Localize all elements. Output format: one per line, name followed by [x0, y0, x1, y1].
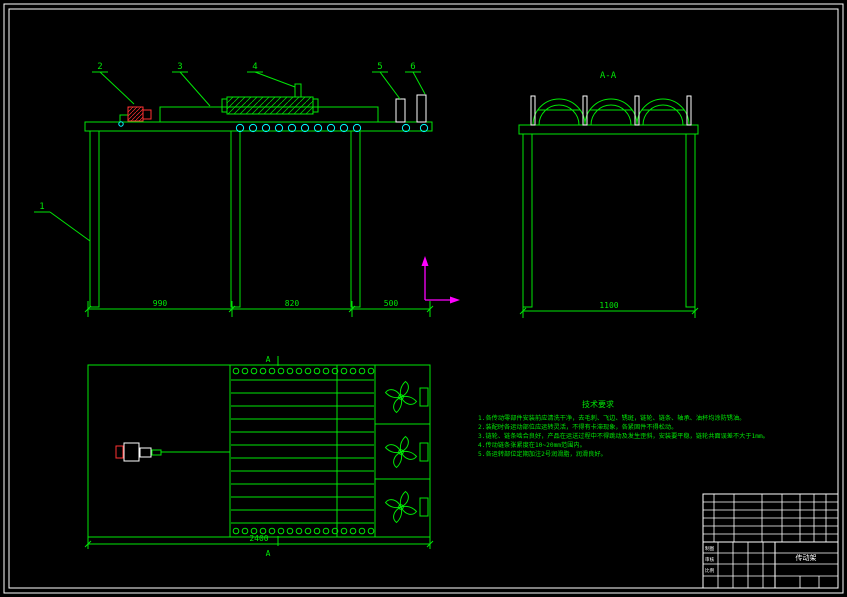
fan-dome-3 — [636, 98, 690, 126]
balloon-4-number: 4 — [252, 62, 257, 72]
cad-drawing-canvas: 1 2 3 4 5 6 990 820 500 A-A 1100 A A 240… — [3, 3, 844, 594]
table-leg-middle — [230, 130, 241, 308]
motor-bracket — [119, 114, 129, 123]
tech-note-line: 1.各传动零部件安装前应清洗干净，去毛刺、飞边、锈斑，链轮、链条、轴承、油杯均涂… — [478, 414, 745, 422]
tech-note-line: 5.各运转部位定期加注2号润滑脂，润滑良好。 — [478, 450, 607, 458]
table-leg-left — [89, 130, 100, 308]
fan-icon — [385, 436, 417, 468]
balloon-1: 1 — [34, 202, 91, 242]
ucs-x-arrowhead-icon — [450, 296, 460, 304]
front-view: 1 2 3 4 5 6 990 820 500 — [34, 62, 434, 317]
plan-view: A A 2400 — [84, 355, 434, 558]
dim-500: 500 — [384, 299, 399, 308]
ucs-y-arrowhead-icon — [421, 256, 429, 266]
title-block-outline — [702, 493, 839, 589]
end-bearing-unit — [416, 94, 427, 123]
balloon-6: 6 — [405, 62, 426, 95]
shaft-end-right — [312, 98, 319, 113]
section-cut-marks: A A — [266, 355, 279, 558]
balloon-2: 2 — [92, 62, 135, 105]
dim-990: 990 — [153, 299, 168, 308]
balloon-3-number: 3 — [177, 62, 182, 72]
motor-coupling — [142, 109, 152, 120]
balloon-3: 3 — [172, 62, 211, 107]
table-top — [84, 121, 433, 132]
tech-requirements: 技术要求 1.各传动零部件安装前应清洗干净，去毛刺、飞边、锈斑，链轮、链条、轴承… — [478, 399, 769, 458]
fan-bracket-2 — [419, 442, 429, 462]
balloon-6-number: 6 — [410, 62, 415, 72]
border-frame — [3, 3, 844, 594]
balloon-1-number: 1 — [39, 202, 44, 212]
plan-motor — [115, 442, 230, 462]
roller-lines — [231, 379, 374, 524]
front-dimensions: 990 820 500 — [84, 299, 434, 317]
screw-shaft-hatched — [226, 96, 314, 115]
fan-dome-2 — [584, 98, 638, 126]
table-top-section — [518, 124, 699, 135]
plan-motor-body — [123, 442, 140, 462]
title-block-grid — [703, 542, 838, 588]
tech-note-line: 4.传动链条张紧度在10~20mm范围内。 — [478, 441, 586, 449]
dim-2400: 2400 — [249, 534, 268, 543]
balloon-5: 5 — [372, 62, 401, 100]
fan-icon — [385, 381, 417, 413]
leg-right-section — [685, 133, 696, 308]
table-leg-right — [350, 130, 361, 308]
section-mark-bottom: A — [266, 549, 271, 558]
balloon-5-number: 5 — [377, 62, 382, 72]
plan-motor-tail — [115, 445, 124, 459]
chain-dots-bottom — [232, 527, 375, 535]
motor-body — [127, 106, 144, 122]
title-block: 传动架 制图 审核 比例 — [702, 493, 839, 589]
parts-list-grid — [703, 494, 838, 543]
tech-note-line: 3.链轮、链条啮合良好，产品在运送过程中不得跳动及发生歪斜，安装要平稳，链轮共面… — [478, 432, 769, 440]
title-block-label: 制图 — [705, 545, 715, 552]
section-view-aa: A-A 1100 — [518, 71, 699, 318]
outer-border — [3, 3, 844, 594]
tech-requirements-title: 技术要求 — [582, 399, 614, 409]
balloon-2-number: 2 — [97, 62, 102, 72]
dim-820: 820 — [285, 299, 300, 308]
tension-unit — [395, 98, 406, 123]
section-dimension: 1100 — [519, 301, 699, 318]
ucs-arrows — [421, 256, 460, 304]
plan-motor-shaft — [151, 449, 162, 456]
leg-left-section — [522, 133, 533, 308]
cooling-fans — [375, 381, 430, 523]
fan-icon — [385, 491, 417, 523]
dim-1100: 1100 — [599, 301, 618, 310]
section-mark-top: A — [266, 355, 271, 364]
plan-dimension: 2400 — [84, 534, 434, 549]
title-block-label: 审核 — [705, 556, 715, 563]
balloon-4: 4 — [247, 62, 296, 88]
mount-pin — [294, 83, 302, 98]
tech-note-line: 2.装配时各运动部位应运转灵活，不得有卡滞现象，各紧固件不得松动。 — [478, 423, 677, 431]
plan-motor-flange — [139, 447, 152, 458]
fan-dome-1 — [532, 98, 586, 126]
section-label: A-A — [600, 71, 617, 81]
shaft-end-left — [221, 98, 228, 113]
chain-dots-top — [232, 367, 375, 375]
fan-bracket-1 — [419, 387, 429, 407]
title-block-label: 比例 — [705, 567, 715, 574]
fan-bracket-3 — [419, 497, 429, 517]
drawing-title: 传动架 — [796, 553, 817, 562]
